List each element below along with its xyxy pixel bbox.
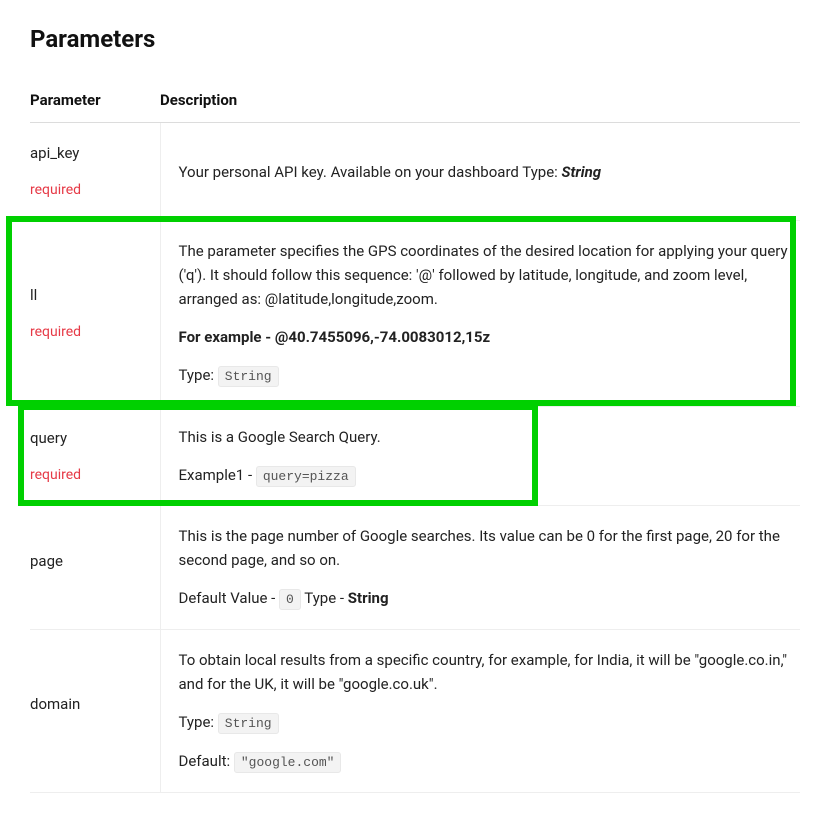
- required-label: required: [30, 464, 148, 486]
- parameters-table: Parameter Description api_key required Y…: [30, 78, 800, 792]
- type-label: Type:: [179, 713, 218, 731]
- table-row: api_key required Your personal API key. …: [30, 123, 800, 220]
- table-row: domain To obtain local results from a sp…: [30, 630, 800, 793]
- type-strong: String: [348, 589, 389, 607]
- type-label: Type:: [179, 366, 218, 384]
- type-code: String: [218, 366, 279, 387]
- type-code: String: [218, 713, 279, 734]
- description-text: The parameter specifies the GPS coordina…: [179, 239, 789, 311]
- required-label: required: [30, 321, 148, 343]
- description-text: This is a Google Search Query.: [179, 425, 789, 449]
- param-name-query: query: [30, 426, 148, 450]
- description-text: To obtain local results from a specific …: [179, 648, 789, 696]
- desc-span: Your personal API key. Available on your…: [179, 163, 562, 181]
- default-code: 0: [279, 589, 301, 610]
- column-header-description: Description: [160, 78, 800, 123]
- default-line: Default: "google.com": [179, 749, 789, 774]
- type-label: Type -: [301, 589, 348, 607]
- param-name-ll: ll: [30, 283, 148, 307]
- param-name-domain: domain: [30, 692, 148, 716]
- column-header-parameter: Parameter: [30, 78, 160, 123]
- default-code: "google.com": [234, 752, 342, 773]
- type-strong: String: [562, 163, 602, 181]
- table-row: query required This is a Google Search Q…: [30, 406, 800, 506]
- default-type-line: Default Value - 0 Type - String: [179, 586, 789, 611]
- example-line: For example - @40.7455096,-74.0083012,15…: [179, 325, 789, 349]
- section-title: Parameters: [30, 20, 800, 58]
- param-name-page: page: [30, 549, 148, 573]
- default-label: Default Value -: [179, 589, 280, 607]
- description-text: This is the page number of Google search…: [179, 524, 789, 572]
- example-code: query=pizza: [256, 466, 356, 487]
- type-line: Type: String: [179, 363, 789, 388]
- table-row: ll required The parameter specifies the …: [30, 220, 800, 406]
- param-name-api-key: api_key: [30, 141, 148, 165]
- type-line: Type: String: [179, 710, 789, 735]
- example-value: @40.7455096,-74.0083012,15z: [275, 328, 490, 346]
- example-line: Example1 - query=pizza: [179, 463, 789, 488]
- description-text: Your personal API key. Available on your…: [179, 160, 789, 184]
- default-label: Default:: [179, 752, 234, 770]
- required-label: required: [30, 179, 148, 201]
- table-row: page This is the page number of Google s…: [30, 506, 800, 630]
- example-label: Example1 -: [179, 466, 256, 484]
- example-label: For example -: [179, 328, 275, 346]
